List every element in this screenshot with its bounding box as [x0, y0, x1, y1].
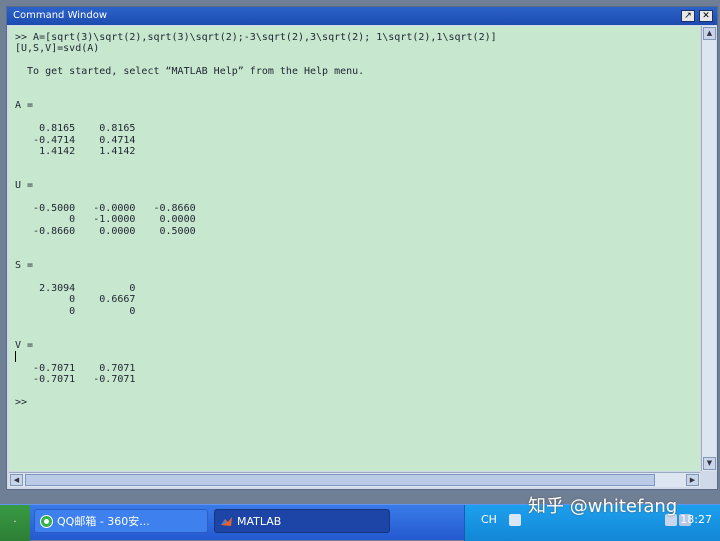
command-window-titlebar: Command Window ↗ ✕	[7, 7, 717, 25]
console-line: V =	[15, 339, 34, 351]
console-line	[15, 351, 700, 363]
undock-button[interactable]: ↗	[681, 10, 695, 22]
console-line: -0.5000 -0.0000 -0.8660	[15, 202, 196, 214]
taskbar-item-matlab[interactable]: MATLAB	[214, 509, 390, 533]
console-line: -0.7071 -0.7071	[15, 373, 136, 385]
console-line: >> A=[sqrt(3)\sqrt(2),sqrt(3)\sqrt(2);-3…	[15, 32, 497, 43]
qq-mail-icon	[40, 515, 53, 528]
input-language-indicator[interactable]: CH	[481, 505, 497, 535]
vertical-scrollbar[interactable]: ▲ ▼	[701, 26, 716, 471]
scroll-up-icon[interactable]: ▲	[703, 27, 716, 40]
taskbar-item-label: QQ邮箱 - 360安...	[57, 515, 150, 528]
keyboard-icon[interactable]	[509, 514, 521, 526]
command-window: Command Window ↗ ✕ >> A=[sqrt(3)\sqrt(2)…	[6, 6, 718, 490]
text-caret	[15, 351, 16, 363]
start-button[interactable]: .	[0, 505, 30, 541]
taskbar-item-qq-mail[interactable]: QQ邮箱 - 360安...	[34, 509, 208, 533]
console-line: >>	[15, 396, 28, 408]
watermark: 知乎 @whitefang	[528, 496, 678, 517]
scroll-right-icon[interactable]: ▶	[686, 474, 699, 486]
taskbar-clock: 18:27	[680, 513, 712, 526]
console-line: -0.7071 0.7071	[15, 362, 136, 374]
window-title: Command Window	[13, 10, 108, 21]
console-line: U =	[15, 180, 34, 192]
matlab-icon	[221, 517, 232, 526]
console-line: S =	[15, 259, 34, 271]
scroll-down-icon[interactable]: ▼	[703, 457, 716, 470]
console-output[interactable]: >> A=[sqrt(3)\sqrt(2),sqrt(3)\sqrt(2);-3…	[9, 26, 700, 408]
console-line: 0 0.6667	[15, 294, 136, 306]
console-line: To get started, select “MATLAB Help” fro…	[15, 66, 365, 78]
horizontal-scrollbar[interactable]: ◀ ▶	[9, 472, 700, 487]
taskbar-item-label: MATLAB	[237, 515, 282, 528]
scroll-left-icon[interactable]: ◀	[10, 474, 23, 486]
horizontal-scroll-thumb[interactable]	[25, 474, 655, 486]
console-line: -0.4714 0.4714	[15, 134, 136, 146]
console-line: A =	[15, 100, 34, 112]
console-line: [U,S,V]=svd(A)	[15, 43, 100, 55]
console-line: 0.8165 0.8165	[15, 123, 136, 135]
close-button[interactable]: ✕	[699, 10, 713, 22]
console-line: 0 0	[15, 305, 136, 317]
console-line: 2.3094 0	[15, 282, 136, 294]
console-line: -0.8660 0.0000 0.5000	[15, 225, 196, 237]
console-line: 0 -1.0000 0.0000	[15, 214, 196, 226]
command-console[interactable]: >> A=[sqrt(3)\sqrt(2),sqrt(3)\sqrt(2);-3…	[9, 26, 700, 471]
console-line: 1.4142 1.4142	[15, 146, 136, 157]
